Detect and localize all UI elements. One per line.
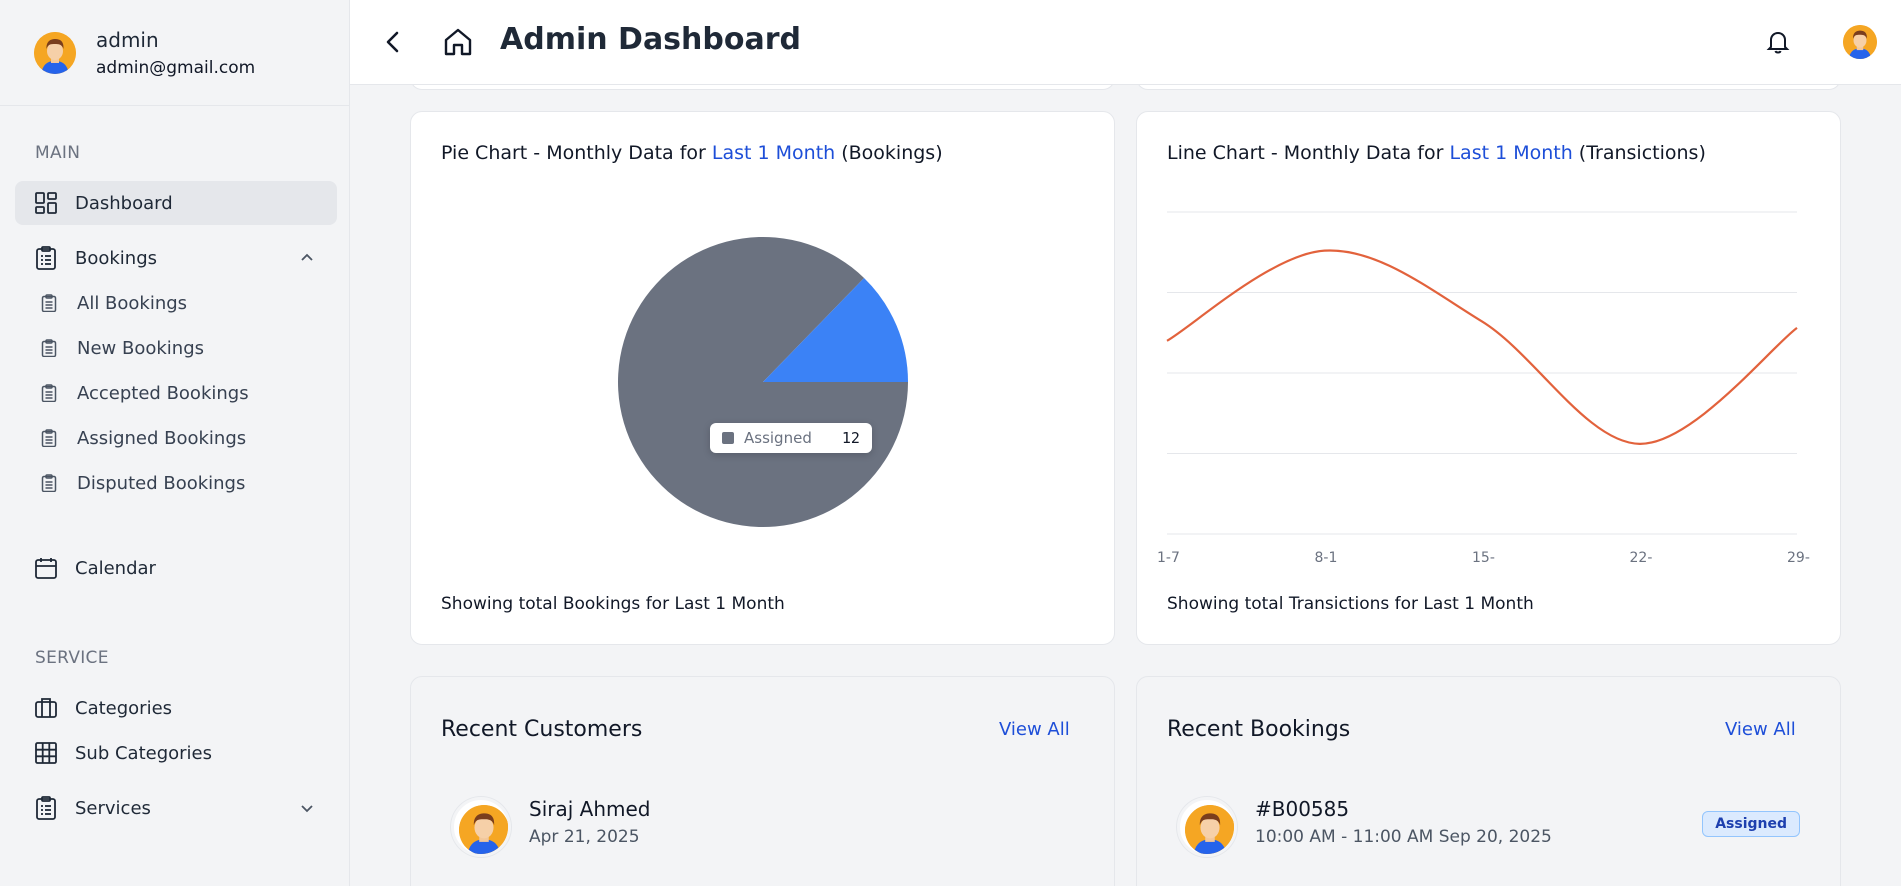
recent-customers-card: Recent Customers View All Siraj Ahmed Ap… [410, 676, 1115, 886]
clipboard-icon [40, 384, 58, 402]
title-accent: Last 1 Month [1449, 142, 1573, 164]
calendar-icon [34, 556, 58, 580]
title-suffix: (Transictions) [1572, 142, 1706, 164]
avatar[interactable] [1177, 797, 1237, 857]
sidebar-item-dashboard[interactable]: Dashboard [15, 181, 337, 225]
avatar[interactable] [34, 31, 76, 74]
sidebar-item-sub-categories[interactable]: Sub Categories [15, 731, 337, 775]
sidebar-item-assigned-bookings[interactable]: Assigned Bookings [15, 419, 337, 457]
pie-chart [618, 237, 908, 527]
sidebar-item-label: New Bookings [77, 337, 204, 359]
title-suffix: (Bookings) [835, 142, 943, 164]
bell-icon[interactable] [1764, 28, 1792, 56]
sidebar-item-label: All Bookings [77, 292, 188, 314]
view-all-bookings-link[interactable]: View All [1725, 719, 1796, 740]
sidebar-item-label: Disputed Bookings [77, 472, 246, 494]
sidebar-item-label: Sub Categories [75, 742, 213, 764]
chevron-down-icon[interactable] [299, 800, 315, 816]
sidebar-item-calendar[interactable]: Calendar [15, 546, 337, 590]
clipboard-icon [40, 429, 58, 447]
sidebar-profile: admin admin@gmail.com [0, 0, 349, 106]
line-chart-footer: Showing total Transictions for Last 1 Mo… [1167, 594, 1534, 614]
grid-icon [34, 741, 58, 765]
sidebar-item-accepted-bookings[interactable]: Accepted Bookings [15, 374, 337, 412]
sidebar-item-label: Calendar [75, 557, 156, 579]
booking-time: 10:00 AM - 11:00 AM Sep 20, 2025 [1255, 827, 1552, 847]
avatar[interactable] [451, 797, 511, 857]
sidebar-item-label: Assigned Bookings [77, 427, 247, 449]
line-chart-title: Line Chart - Monthly Data for Last 1 Mon… [1167, 142, 1706, 164]
x-tick-label: 15- [1472, 550, 1495, 566]
tooltip-swatch [722, 432, 734, 444]
status-badge: Assigned [1702, 811, 1800, 837]
sidebar-item-label: Accepted Bookings [77, 382, 249, 404]
chevron-up-icon[interactable] [299, 250, 315, 266]
customer-date: Apr 21, 2025 [529, 827, 640, 847]
booking-id[interactable]: #B00585 [1255, 797, 1349, 821]
line-chart-card: Line Chart - Monthly Data for Last 1 Mon… [1136, 111, 1841, 645]
recent-customers-title: Recent Customers [441, 717, 643, 742]
clipboard-icon [34, 246, 58, 270]
user-name: admin [96, 27, 159, 52]
customer-name[interactable]: Siraj Ahmed [529, 797, 650, 821]
section-label-service: SERVICE [35, 648, 109, 668]
line-chart: 1-7 8-1 15- 22- 29- [1157, 211, 1810, 566]
recent-bookings-title: Recent Bookings [1167, 717, 1351, 742]
x-tick-label: 1-7 [1157, 550, 1180, 566]
sidebar-item-disputed-bookings[interactable]: Disputed Bookings [15, 464, 337, 502]
recent-bookings-card: Recent Bookings View All #B00585 10:00 A… [1136, 676, 1841, 886]
sidebar-item-label: Services [75, 797, 151, 819]
sidebar-item-categories[interactable]: Categories [15, 686, 337, 730]
sidebar-item-label: Bookings [75, 247, 158, 269]
clipboard-icon [40, 339, 58, 357]
title-prefix: Pie Chart - Monthly Data for [441, 142, 712, 164]
user-email: admin@gmail.com [96, 57, 256, 78]
briefcase-icon [34, 696, 58, 720]
x-tick-label: 29- [1787, 550, 1810, 566]
pie-tooltip: Assigned 12 [710, 423, 872, 453]
tooltip-label: Assigned [744, 429, 812, 447]
sidebar-item-label: Categories [75, 697, 173, 719]
sidebar-item-new-bookings[interactable]: New Bookings [15, 329, 337, 367]
sidebar-item-all-bookings[interactable]: All Bookings [15, 284, 337, 322]
clipboard-icon [34, 796, 58, 820]
x-tick-label: 22- [1630, 550, 1653, 566]
avatar[interactable] [1843, 25, 1877, 59]
pie-chart-title: Pie Chart - Monthly Data for Last 1 Mont… [441, 142, 943, 164]
title-accent: Last 1 Month [711, 142, 836, 164]
sidebar-item-label: Dashboard [75, 192, 173, 214]
clipboard-icon [40, 474, 58, 492]
view-all-customers-link[interactable]: View All [999, 719, 1070, 740]
line-series [1166, 249, 1798, 445]
section-label-main: MAIN [35, 143, 81, 163]
back-arrow-icon[interactable] [380, 28, 406, 56]
page-title: Admin Dashboard [500, 22, 801, 57]
sidebar-item-services[interactable]: Services [15, 786, 337, 830]
tooltip-value: 12 [841, 429, 860, 447]
pie-chart-card: Pie Chart - Monthly Data for Last 1 Mont… [410, 111, 1115, 645]
home-icon[interactable] [442, 26, 474, 58]
x-tick-label: 8-1 [1315, 550, 1338, 566]
sidebar: admin admin@gmail.com MAIN Dashboard Boo… [0, 0, 350, 886]
clipboard-icon [40, 294, 58, 312]
top-header: Admin Dashboard [350, 0, 1901, 85]
title-prefix: Line Chart - Monthly Data for [1167, 142, 1450, 164]
sidebar-item-bookings[interactable]: Bookings [15, 236, 337, 280]
pie-chart-footer: Showing total Bookings for Last 1 Month [441, 594, 785, 614]
dashboard-icon [34, 191, 58, 215]
